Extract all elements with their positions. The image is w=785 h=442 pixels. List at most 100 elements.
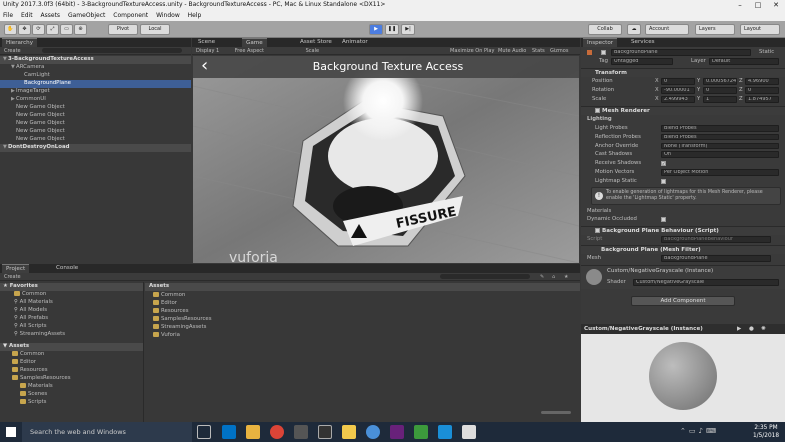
file-explorer-icon[interactable]	[246, 425, 260, 439]
tab-game[interactable]: Game	[242, 38, 267, 47]
material-preview[interactable]	[581, 334, 785, 422]
transform-z-field[interactable]: 1.874957	[745, 96, 779, 103]
hierarchy-item[interactable]: New Game Object	[0, 104, 191, 112]
unity-icon[interactable]	[462, 425, 476, 439]
pivot-button[interactable]: Pivot	[108, 24, 138, 35]
renderer-property-field[interactable]: On	[661, 151, 779, 158]
transform-x-field[interactable]: 2.499943	[661, 96, 695, 103]
layer-dropdown[interactable]: Default	[709, 58, 779, 65]
mesh-renderer-header[interactable]: Mesh Renderer	[581, 106, 785, 115]
game-view-render[interactable]: FISSURE vuforia ‹ Background Texture Acc…	[193, 56, 579, 263]
project-create-button[interactable]: Create	[4, 274, 21, 280]
menu-help[interactable]: Help	[188, 12, 202, 19]
active-checkbox[interactable]	[601, 49, 606, 55]
stats-toggle[interactable]: Stats	[532, 47, 545, 55]
cloud-icon[interactable]: ☁	[627, 24, 641, 35]
lighting-section[interactable]: Lighting	[581, 115, 785, 124]
transform-tool-button[interactable]: ⊕	[74, 24, 87, 35]
menu-file[interactable]: File	[3, 12, 13, 19]
tab-project[interactable]: Project	[2, 264, 30, 273]
asset-tree-item[interactable]: Scripts	[0, 399, 143, 407]
maximize-button[interactable]: □	[749, 0, 767, 10]
menu-gameobject[interactable]: GameObject	[68, 12, 105, 19]
system-tray-icons[interactable]: ⌃▭♪⌨	[680, 427, 719, 435]
asset-tree-item[interactable]: Common	[0, 351, 143, 359]
renderer-property-field[interactable]: Blend Probes	[661, 125, 779, 132]
pause-button[interactable]: ❚❚	[385, 24, 399, 35]
behaviour-component-header[interactable]: Background Plane Behaviour (Script)	[581, 226, 785, 235]
transform-component-header[interactable]: Transform	[581, 68, 785, 77]
dynamic-occluded-checkbox[interactable]	[661, 217, 666, 222]
favorite-item[interactable]: ⚲ All Scripts	[0, 323, 143, 331]
play-button[interactable]: ▶	[369, 24, 383, 35]
local-button[interactable]: Local	[140, 24, 170, 35]
hierarchy-item[interactable]: CamLight	[0, 72, 191, 80]
tab-asset-store[interactable]: Asset Store	[296, 38, 336, 47]
folder-icon[interactable]	[342, 425, 356, 439]
tag-dropdown[interactable]: Untagged	[611, 58, 673, 65]
transform-x-field[interactable]: 0	[661, 78, 695, 85]
taskbar-clock[interactable]: 2:35 PM 1/5/2018	[752, 424, 780, 440]
mesh-renderer-checkbox[interactable]	[595, 108, 600, 113]
hierarchy-item[interactable]: ▶CommonUI	[0, 96, 191, 104]
content-folder-item[interactable]: Editor	[145, 300, 580, 308]
content-folder-item[interactable]: SamplesResources	[145, 316, 580, 324]
asset-tree-item[interactable]: SamplesResources	[0, 375, 143, 383]
rotate-tool-button[interactable]: ⟳	[32, 24, 45, 35]
tab-animator[interactable]: Animator	[338, 38, 372, 47]
hierarchy-item[interactable]: ▼3-BackgroundTextureAccess	[0, 56, 191, 64]
android-icon[interactable]	[414, 425, 428, 439]
windows-start-icon[interactable]	[6, 427, 16, 437]
hierarchy-item[interactable]: ▼DontDestroyOnLoad	[0, 144, 191, 152]
preview-sphere-icon[interactable]: ●	[749, 324, 754, 334]
transform-y-field[interactable]: 0	[703, 87, 737, 94]
renderer-property-checkbox[interactable]	[661, 178, 666, 184]
hand-tool-button[interactable]: ✋	[4, 24, 17, 35]
taskbar-search-input[interactable]: Search the web and Windows	[22, 422, 192, 442]
menu-component[interactable]: Component	[113, 12, 148, 19]
favorite-item[interactable]: Common	[0, 291, 143, 299]
renderer-property-field[interactable]: Blend Probes	[661, 133, 779, 141]
tab-inspector[interactable]: Inspector	[583, 38, 618, 47]
favorite-item[interactable]: ⚲ StreamingAssets	[0, 331, 143, 339]
chrome-icon[interactable]	[270, 425, 284, 439]
content-folder-item[interactable]: Vuforia	[145, 332, 580, 340]
hierarchy-item[interactable]: New Game Object	[0, 128, 191, 136]
display-dropdown[interactable]: Display 1	[196, 48, 219, 54]
layers-dropdown[interactable]: Layers	[695, 24, 735, 35]
rect-tool-button[interactable]: ▭	[60, 24, 73, 35]
hierarchy-search-input[interactable]	[42, 48, 183, 53]
transform-y-field[interactable]: 0.00056724	[703, 78, 737, 85]
object-name-field[interactable]: BackgroundPlane	[611, 49, 751, 56]
maximize-on-play-toggle[interactable]: Maximize On Play	[450, 47, 494, 55]
asset-tree-item[interactable]: Materials	[0, 383, 143, 391]
preview-play-icon[interactable]: ▶	[737, 324, 741, 334]
hierarchy-item[interactable]: ▶ImageTarget	[0, 88, 191, 96]
favorites-header[interactable]: ★ Favorites	[0, 283, 143, 291]
menu-edit[interactable]: Edit	[21, 12, 33, 19]
scale-tool-button[interactable]: ⤢	[46, 24, 59, 35]
tab-services[interactable]: Services	[627, 38, 659, 47]
back-arrow-icon[interactable]: ‹	[201, 56, 208, 76]
favorite-item[interactable]: ⚲ All Models	[0, 307, 143, 315]
minimize-button[interactable]: –	[731, 0, 749, 10]
globe-icon[interactable]	[366, 425, 380, 439]
transform-z-field[interactable]: 4.96900	[745, 78, 779, 85]
behaviour-checkbox[interactable]	[595, 228, 600, 233]
aspect-dropdown[interactable]: Free Aspect	[235, 48, 264, 54]
hierarchy-item[interactable]: BackgroundPlane	[0, 80, 191, 88]
gizmos-dropdown[interactable]: Gizmos	[550, 47, 568, 55]
task-view-icon[interactable]	[197, 425, 211, 439]
content-folder-item[interactable]: StreamingAssets	[145, 324, 580, 332]
account-dropdown[interactable]: Account	[645, 24, 689, 35]
hierarchy-item[interactable]: New Game Object	[0, 136, 191, 144]
filter-label-icon[interactable]: ⌂	[552, 273, 555, 281]
renderer-property-field[interactable]: None (Transform)	[661, 142, 779, 150]
terminal-icon[interactable]	[318, 425, 332, 439]
project-search-input[interactable]	[440, 274, 530, 279]
favorite-star-icon[interactable]: ★	[564, 273, 568, 281]
content-folder-item[interactable]: Resources	[145, 308, 580, 316]
mesh-filter-header[interactable]: Background Plane (Mesh Filter)	[581, 245, 785, 254]
layout-dropdown[interactable]: Layout	[740, 24, 780, 35]
hierarchy-create-button[interactable]: Create	[4, 48, 21, 54]
